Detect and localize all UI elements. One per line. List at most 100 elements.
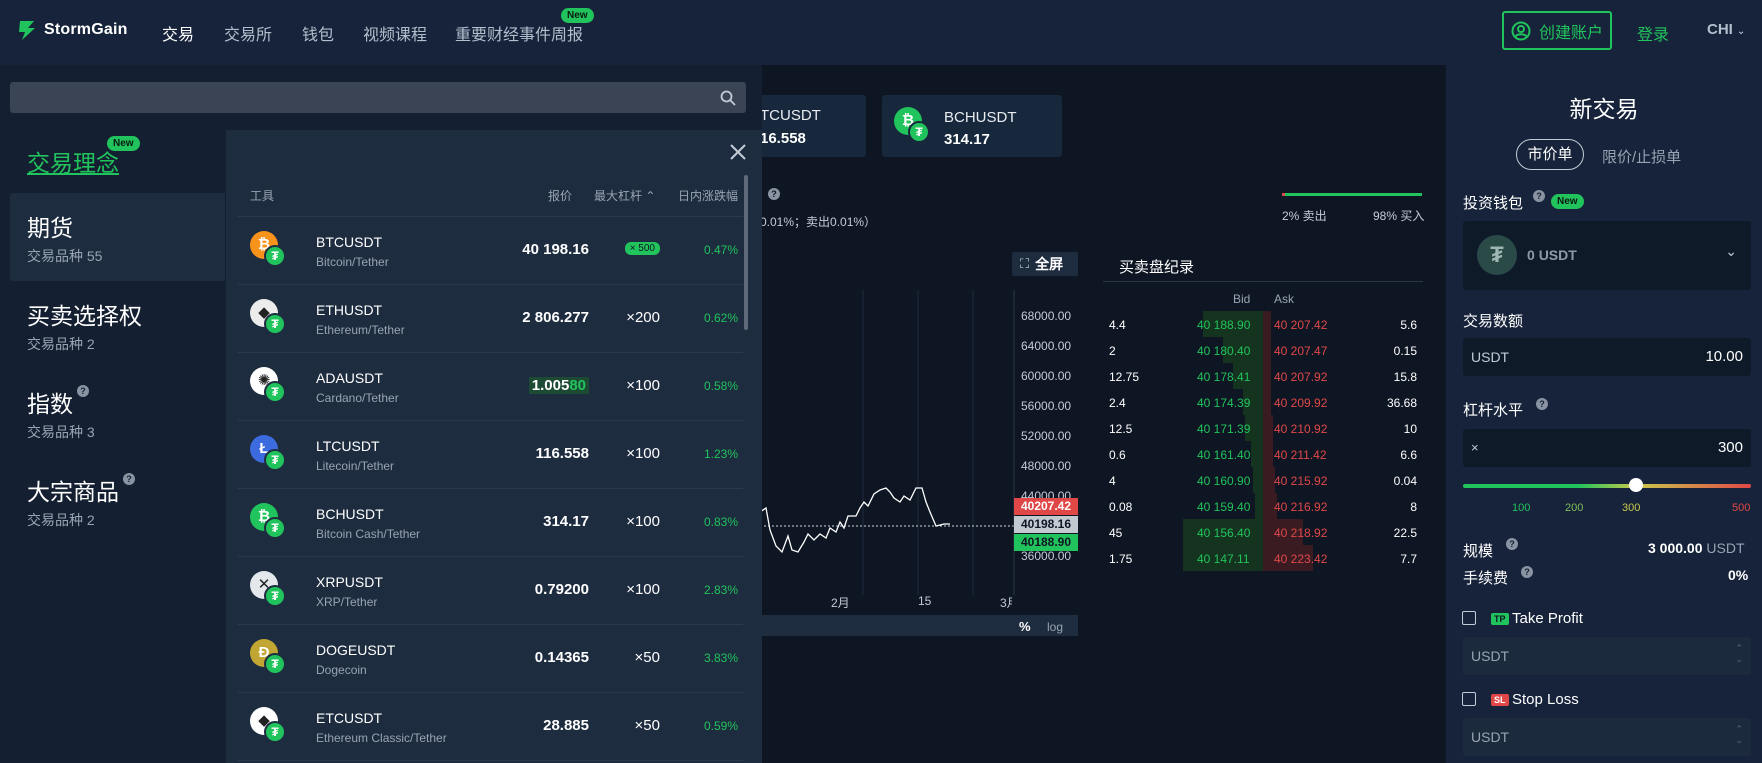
- tab-market-order[interactable]: 市价单: [1516, 139, 1584, 170]
- nav-weekly-events[interactable]: 重要财经事件周报: [455, 21, 583, 45]
- leverage-mark: 100: [1512, 502, 1531, 514]
- wallet-select[interactable]: ₮ 0 USDT ⌄: [1463, 221, 1751, 290]
- tether-icon: ₮: [264, 381, 286, 403]
- bid-price: 40 159.40: [1197, 500, 1251, 514]
- category-trade-ideas[interactable]: 交易理念: [27, 144, 119, 178]
- nav-wallet[interactable]: 钱包: [302, 21, 334, 45]
- instrument-price: 0.14365: [534, 649, 589, 666]
- pair-tile-bch[interactable]: ₿ ₮ BCHUSDT 314.17: [882, 95, 1062, 157]
- instrument-symbol: BCHUSDT: [316, 506, 384, 522]
- tp-badge: TP: [1491, 613, 1509, 625]
- wallet-currency: USDT: [1538, 247, 1577, 263]
- ask-depth-bar: [1263, 363, 1271, 389]
- pair-tile-price: 314.17: [944, 131, 990, 148]
- amount-input[interactable]: USDT 10.00: [1463, 338, 1751, 376]
- tether-icon: ₮: [908, 121, 930, 143]
- instrument-row[interactable]: Ł ₮ LTCUSDT Litecoin/Tether 116.558 ×100 1.23%: [238, 421, 743, 489]
- login-link[interactable]: 登录: [1637, 21, 1669, 45]
- storm-bolt-icon: [19, 21, 35, 40]
- search-input[interactable]: [10, 82, 746, 113]
- nav-trade[interactable]: 交易: [162, 21, 194, 45]
- instrument-row[interactable]: ₿ ₮ BCHUSDT Bitcoin Cash/Tether 314.17 ×100 0.…: [238, 489, 743, 557]
- leverage-input[interactable]: × 300: [1463, 429, 1751, 467]
- chevron-up-icon: ⌃: [645, 189, 656, 203]
- pair-tile-symbol: TCUSDT: [760, 107, 821, 124]
- ask-price: 40 209.92: [1274, 396, 1328, 410]
- category-commodities[interactable]: 大宗商品? 交易品种 2: [10, 457, 225, 545]
- log-scale-toggle[interactable]: log: [1047, 620, 1063, 634]
- category-futures[interactable]: 期货 交易品种 55: [10, 193, 225, 281]
- instrument-row[interactable]: ◆ ₮ ETHUSDT Ethereum/Tether 2 806.277 ×200 0.6…: [238, 285, 743, 353]
- orderbook-row[interactable]: 1.75 40 147.11 40 223.42 7.7: [1103, 545, 1423, 571]
- instrument-change: 0.58%: [703, 379, 738, 393]
- ask-price: 40 215.92: [1274, 474, 1328, 488]
- last-price-label: 40198.16: [1014, 516, 1078, 533]
- instrument-symbol: BTCUSDT: [316, 234, 383, 250]
- close-icon[interactable]: [729, 143, 747, 161]
- orderbook-row[interactable]: 0.08 40 159.40 40 216.92 8: [1103, 493, 1423, 519]
- bid-size: 2: [1109, 344, 1116, 358]
- ask-header: Ask: [1274, 292, 1295, 306]
- wallet-label: 投资钱包: [1463, 195, 1524, 212]
- scrollbar[interactable]: [744, 175, 748, 330]
- orderbook-row[interactable]: 2.4 40 174.39 40 209.92 36.68: [1103, 389, 1423, 415]
- ask-size: 22.5: [1393, 526, 1417, 540]
- nav-exchange[interactable]: 交易所: [224, 21, 272, 45]
- instrument-price: 28.885: [543, 717, 589, 734]
- instrument-row[interactable]: ₿ ₮ BTCUSDT Bitcoin/Tether 40 198.16 × 500 0.4…: [238, 217, 743, 285]
- category-title: 期货: [27, 215, 73, 241]
- instrument-price: 0.79200: [534, 581, 589, 598]
- orderbook-row[interactable]: 4.4 40 188.90 40 207.42 5.6: [1103, 311, 1423, 337]
- instrument-row[interactable]: ◆ ₮ ETCUSDT Ethereum Classic/Tether 28.885 ×5…: [238, 693, 743, 761]
- language-select[interactable]: CHI ⌄: [1707, 21, 1745, 38]
- y-tick: 60000.00: [1021, 369, 1072, 383]
- instrument-row[interactable]: ✺ ₮ ADAUSDT Cardano/Tether 1.00580 ×100 0.58%: [238, 353, 743, 421]
- header-price[interactable]: 报价: [548, 187, 572, 204]
- tab-limit-order[interactable]: 限价/止损单: [1602, 146, 1681, 167]
- y-tick: 68000.00: [1021, 309, 1072, 323]
- orderbook-row[interactable]: 12.75 40 178.41 40 207.92 15.8: [1103, 363, 1423, 389]
- ask-size: 5.6: [1400, 318, 1417, 332]
- nav-video-courses[interactable]: 视频课程: [363, 21, 427, 45]
- take-profit-input[interactable]: USDT ⌃ ⌄: [1463, 637, 1751, 675]
- orderbook-row[interactable]: 4 40 160.90 40 215.92 0.04: [1103, 467, 1423, 493]
- price-main: 1.005: [531, 377, 570, 394]
- bid-depth-bar: [1251, 441, 1263, 467]
- percent-scale-toggle[interactable]: %: [1019, 619, 1031, 634]
- ask-price: 40 207.42: [1274, 318, 1328, 332]
- bid-price: 40 171.39: [1197, 422, 1251, 436]
- tether-icon: ₮: [264, 449, 286, 471]
- ask-size: 7.7: [1400, 552, 1417, 566]
- instrument-name: Ethereum Classic/Tether: [316, 731, 447, 745]
- category-indices[interactable]: 指数? 交易品种 3: [10, 369, 225, 457]
- x-tick: 15: [918, 594, 932, 608]
- ask-price: 40 210.92: [1274, 422, 1328, 436]
- instrument-change: 3.83%: [703, 651, 738, 665]
- bid-depth-bar: [1255, 493, 1263, 519]
- leverage-slider[interactable]: [1463, 484, 1751, 488]
- category-options[interactable]: 买卖选择权 交易品种 2: [10, 281, 225, 369]
- orderbook-row[interactable]: 2 40 180.40 40 207.47 0.15: [1103, 337, 1423, 363]
- instrument-row[interactable]: Ð ₮ DOGEUSDT Dogecoin 0.14365 ×50 3.83%: [238, 625, 743, 693]
- take-profit-checkbox[interactable]: [1462, 611, 1476, 625]
- stop-loss-checkbox[interactable]: [1462, 692, 1476, 706]
- header-leverage[interactable]: 最大杠杆 ⌃: [594, 187, 655, 204]
- ask-size: 36.68: [1386, 396, 1417, 410]
- instrument-price: 2 806.277: [522, 309, 589, 326]
- orderbook-row[interactable]: 0.6 40 161.40 40 211.42 6.6: [1103, 441, 1423, 467]
- ask-size: 6.6: [1400, 448, 1417, 462]
- instrument-leverage: ×100: [626, 377, 660, 394]
- instrument-name: Ethereum/Tether: [316, 323, 405, 337]
- fullscreen-button[interactable]: ⛶ 全屏: [1012, 252, 1078, 276]
- orderbook-row[interactable]: 12.5 40 171.39 40 210.92 10: [1103, 415, 1423, 441]
- orderbook-row[interactable]: 45 40 156.40 40 218.92 22.5: [1103, 519, 1423, 545]
- instrument-price: 116.558: [535, 445, 589, 462]
- leverage-slider-thumb[interactable]: [1628, 478, 1643, 492]
- instrument-symbol: DOGEUSDT: [316, 642, 396, 658]
- bid-depth-bar: [1253, 467, 1263, 493]
- logo[interactable]: StormGain: [16, 19, 128, 41]
- instrument-row[interactable]: ✕ ₮ XRPUSDT XRP/Tether 0.79200 ×100 2.83%: [238, 557, 743, 625]
- create-account-button[interactable]: 创建账户: [1502, 11, 1612, 50]
- header-change[interactable]: 日内涨跌幅: [678, 187, 738, 204]
- stop-loss-input[interactable]: USDT ⌃ ⌄: [1463, 718, 1751, 756]
